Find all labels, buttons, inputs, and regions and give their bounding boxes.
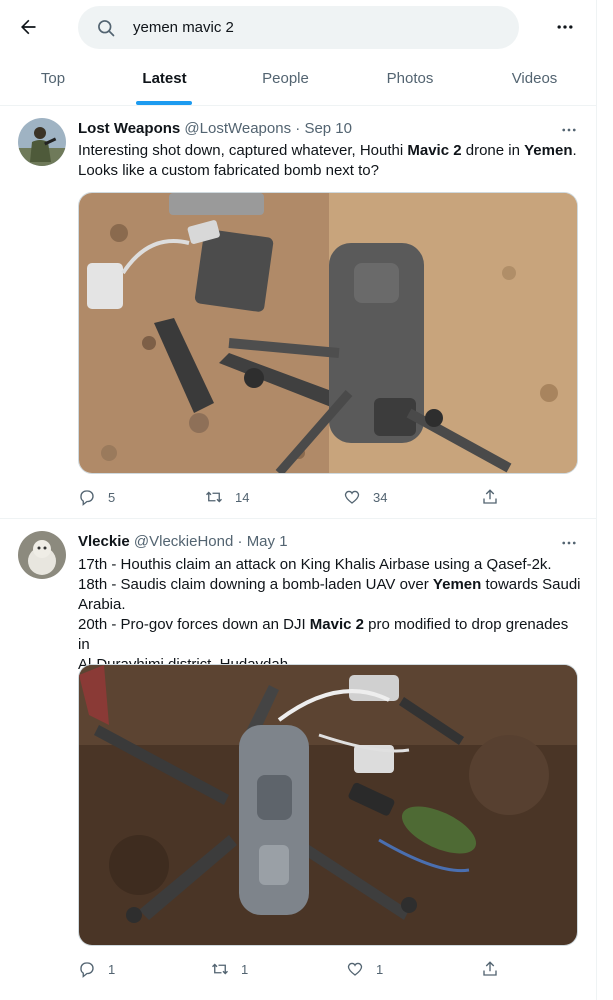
highlight-term: Mavic 2 xyxy=(407,142,462,159)
tweet-actions: 1 1 1 xyxy=(78,958,508,980)
more-horizontal-icon xyxy=(562,541,576,545)
tab-people[interactable]: People xyxy=(223,56,348,106)
tweet-photo[interactable] xyxy=(78,664,578,946)
tweet-date[interactable]: Sep 10 xyxy=(304,120,352,137)
more-horizontal-icon xyxy=(562,128,576,132)
retweet-button[interactable]: 14 xyxy=(205,486,249,508)
retweet-count: 14 xyxy=(235,489,250,505)
retweet-icon xyxy=(212,963,228,975)
tweet-text: 17th - Houthis claim an attack on King K… xyxy=(78,555,583,675)
tweet-text-line: Arabia. xyxy=(78,596,126,613)
reply-button[interactable]: 1 xyxy=(78,958,115,980)
reply-icon xyxy=(80,962,94,978)
tweet-date[interactable]: May 1 xyxy=(247,533,288,550)
heart-icon xyxy=(344,490,360,504)
tab-latest[interactable]: Latest xyxy=(106,56,223,106)
avatar-image xyxy=(18,531,66,579)
tweet-actions: 5 14 34 xyxy=(78,486,508,508)
tab-photos[interactable]: Photos xyxy=(348,56,472,106)
reply-button[interactable]: 5 xyxy=(78,486,115,508)
retweet-button[interactable]: 1 xyxy=(211,958,248,980)
back-button[interactable] xyxy=(12,11,44,43)
share-icon xyxy=(483,961,497,976)
reply-count: 5 xyxy=(108,489,116,505)
retweet-icon xyxy=(206,491,222,503)
user-handle[interactable]: @VleckieHond xyxy=(134,533,233,550)
search-input[interactable] xyxy=(133,6,503,49)
tweet-text-line: 18th - Saudis claim downing a bomb-laden… xyxy=(78,576,581,593)
highlight-term: Yemen xyxy=(524,142,573,159)
like-button[interactable]: 34 xyxy=(343,486,387,508)
display-name[interactable]: Vleckie xyxy=(78,533,130,550)
avatar[interactable] xyxy=(18,118,66,166)
display-name[interactable]: Lost Weapons xyxy=(78,120,180,137)
tab-top[interactable]: Top xyxy=(0,56,106,106)
tweet-more-button[interactable] xyxy=(555,120,583,140)
tweet-more-button[interactable] xyxy=(555,533,583,553)
share-button[interactable] xyxy=(481,958,499,980)
reply-count: 1 xyxy=(108,961,116,977)
arrow-left-icon xyxy=(21,19,36,35)
search-tabs: Top Latest People Photos Videos xyxy=(0,56,597,106)
tweet-text-line: 17th - Houthis claim an attack on King K… xyxy=(78,556,552,573)
like-button[interactable]: 1 xyxy=(346,958,383,980)
active-tab-indicator xyxy=(136,101,192,105)
share-icon xyxy=(483,489,497,504)
tweet-photo[interactable] xyxy=(78,192,578,474)
timeline-column: Top Latest People Photos Videos Lost Wea… xyxy=(0,0,597,1000)
highlight-term: Yemen xyxy=(432,576,482,593)
more-horizontal-icon xyxy=(557,25,573,29)
more-options-button[interactable] xyxy=(550,12,580,42)
heart-icon xyxy=(347,962,363,976)
like-count: 1 xyxy=(376,961,384,977)
highlight-term: Mavic 2 xyxy=(309,616,364,633)
tweet-header: Vleckie @VleckieHond · May 1 xyxy=(78,533,288,550)
tweet[interactable]: Lost Weapons @LostWeapons · Sep 10 Inter… xyxy=(0,107,597,519)
drone-photo-1 xyxy=(79,193,577,473)
search-icon xyxy=(98,20,115,37)
tweet-header: Lost Weapons @LostWeapons · Sep 10 xyxy=(78,120,352,137)
tweet-text-line: 20th - Pro-gov forces down an DJI Mavic … xyxy=(78,616,569,653)
tweet-text-line: Interesting shot down, captured whatever… xyxy=(78,142,577,159)
separator-dot: · xyxy=(237,533,243,550)
tab-videos[interactable]: Videos xyxy=(472,56,597,106)
search-header xyxy=(0,0,597,54)
retweet-count: 1 xyxy=(241,961,249,977)
tweet-text-line: Looks like a custom fabricated bomb next… xyxy=(78,162,379,179)
share-button[interactable] xyxy=(481,486,499,508)
avatar-image xyxy=(18,118,66,166)
like-count: 34 xyxy=(373,489,388,505)
tweet[interactable]: Vleckie @VleckieHond · May 1 17th - Hout… xyxy=(0,519,597,1000)
avatar[interactable] xyxy=(18,531,66,579)
reply-icon xyxy=(80,490,94,506)
drone-photo-2 xyxy=(79,665,577,945)
separator-dot: · xyxy=(295,120,301,137)
user-handle[interactable]: @LostWeapons xyxy=(184,120,291,137)
search-box[interactable] xyxy=(78,6,519,49)
tweet-text: Interesting shot down, captured whatever… xyxy=(78,141,583,181)
